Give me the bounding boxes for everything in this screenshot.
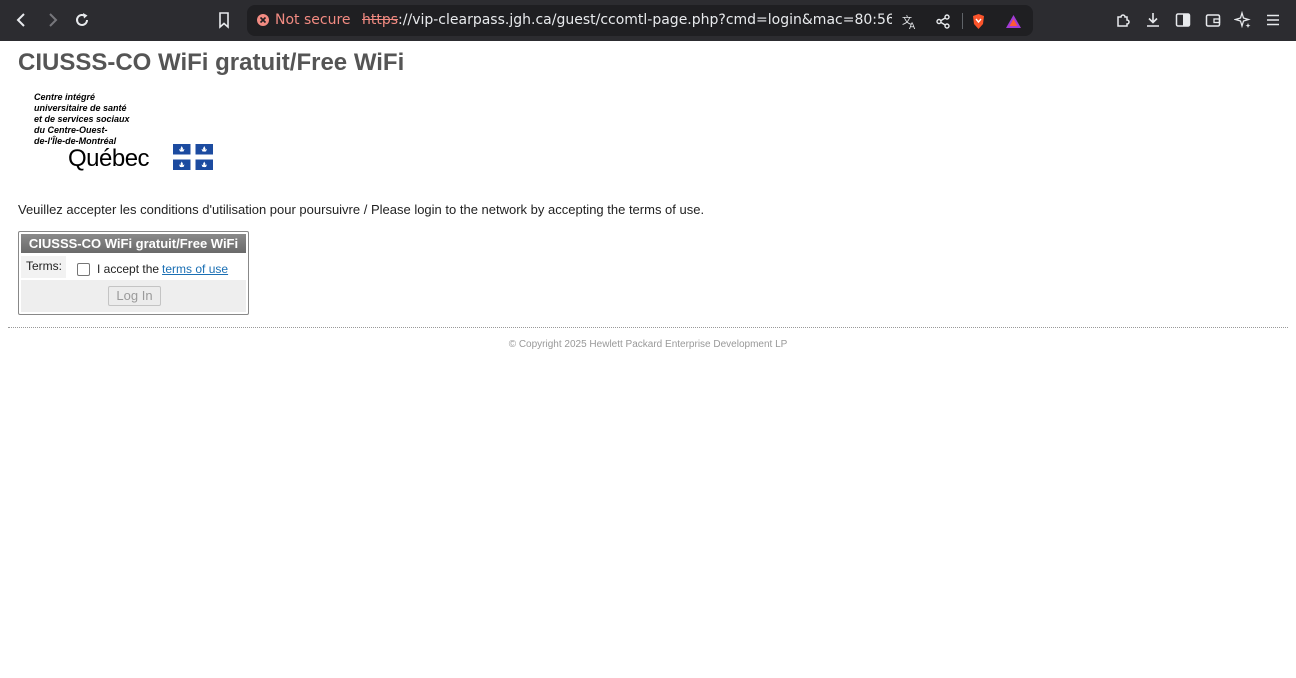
brave-rewards-icon[interactable] [1003, 11, 1023, 31]
copyright-text: © Copyright 2025 Hewlett Packard Enterpr… [508, 339, 788, 350]
logo-line: universitaire de santé [34, 103, 127, 113]
logo-text: Centre intégré universitaire de santé et… [34, 92, 130, 147]
terms-field: I accept the terms of use [77, 259, 228, 279]
puzzle-icon[interactable] [1109, 6, 1137, 34]
sidebar-icon[interactable] [1169, 6, 1197, 34]
warning-icon[interactable] [256, 13, 270, 27]
url-protocol: https [362, 12, 399, 28]
terms-label: Terms: [21, 256, 66, 278]
translate-icon[interactable]: 文A [899, 11, 919, 31]
accept-terms-checkbox[interactable] [77, 262, 90, 276]
login-form: CIUSSS-CO WiFi gratuit/Free WiFi Terms: … [18, 231, 249, 315]
forward-arrow-icon[interactable] [38, 6, 66, 34]
page-content: CIUSSS-CO WiFi gratuit/Free WiFi Centre … [0, 41, 1296, 678]
ciusss-logo: Centre intégré universitaire de santé et… [32, 92, 216, 176]
download-icon[interactable] [1139, 6, 1167, 34]
footer-divider [8, 327, 1288, 328]
url-path: ://vip-clearpass.jgh.ca/guest/ccomtl-pag… [398, 12, 892, 28]
wallet-icon[interactable] [1199, 6, 1227, 34]
hamburger-menu-icon[interactable] [1259, 6, 1287, 34]
url-text[interactable]: https://vip-clearpass.jgh.ca/guest/ccomt… [362, 12, 892, 28]
address-bar[interactable]: Not secure https://vip-clearpass.jgh.ca/… [247, 5, 1033, 36]
logo-line: du Centre-Ouest- [34, 125, 108, 135]
logo-line: et de services sociaux [34, 114, 130, 124]
svg-text:A: A [909, 22, 916, 30]
reload-icon[interactable] [68, 6, 96, 34]
login-button[interactable]: Log In [108, 286, 161, 306]
form-footer: Log In [21, 280, 246, 312]
logo-line: Centre intégré [34, 92, 96, 102]
form-header: CIUSSS-CO WiFi gratuit/Free WiFi [21, 234, 246, 253]
back-arrow-icon[interactable] [8, 6, 36, 34]
terms-of-use-link[interactable]: terms of use [162, 262, 228, 276]
share-icon[interactable] [933, 11, 953, 31]
logo-wordmark: Québec [68, 145, 150, 172]
bookmark-icon[interactable] [210, 6, 238, 34]
omnibox-separator [962, 13, 963, 29]
security-status[interactable]: Not secure [275, 12, 351, 28]
page-title: CIUSSS-CO WiFi gratuit/Free WiFi [18, 49, 405, 76]
accept-terms-label[interactable]: I accept the [97, 262, 159, 276]
sparkle-icon[interactable] [1229, 6, 1257, 34]
intro-text: Veuillez accepter les conditions d'utili… [18, 202, 705, 217]
browser-toolbar: Not secure https://vip-clearpass.jgh.ca/… [0, 0, 1296, 41]
quebec-flag-icon [173, 144, 213, 170]
brave-shield-icon[interactable] [968, 11, 988, 31]
